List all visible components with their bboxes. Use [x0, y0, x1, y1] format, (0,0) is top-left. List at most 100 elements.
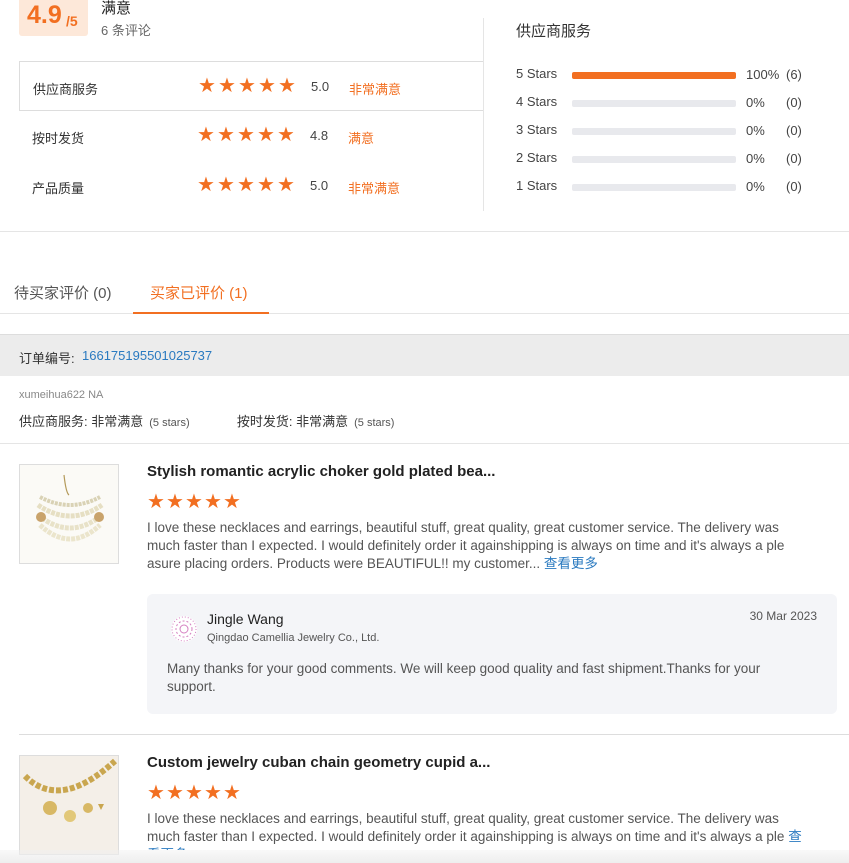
- distribution-row: 5 Stars 100% (6): [516, 66, 816, 86]
- service-value: 非常满意: [91, 414, 144, 429]
- distribution-bar: [572, 100, 736, 107]
- shipping-value: 非常满意: [296, 414, 349, 429]
- buyer-name: xumeihua622 NA: [19, 389, 104, 401]
- distribution-bar: [572, 156, 736, 163]
- supplier-service-title: 供应商服务: [516, 23, 592, 40]
- distribution-row: 3 Stars 0% (0): [516, 122, 816, 142]
- metric-stars: ★ ★ ★ ★ ★: [197, 124, 297, 144]
- distribution-label: 1 Stars: [516, 178, 558, 193]
- replier-company: Qingdao Camellia Jewelry Co., Ltd.: [207, 632, 380, 644]
- star-icon: ★: [197, 172, 215, 196]
- section-divider: [0, 231, 849, 232]
- metric-name: 供应商服务: [33, 82, 99, 97]
- service-stars: (5 stars): [149, 417, 190, 429]
- review-body: I love these necklaces and earrings, bea…: [147, 520, 785, 571]
- distribution-row: 4 Stars 0% (0): [516, 94, 816, 114]
- review-tabs: 待买家评价 (0) 买家已评价 (1): [0, 268, 849, 314]
- star-icon: ★: [147, 780, 165, 804]
- overall-label: 满意: [101, 0, 132, 17]
- distribution-bar-fill: [572, 72, 736, 79]
- star-icon: ★: [204, 780, 222, 804]
- overall-score: 4.9: [27, 1, 62, 29]
- distribution-bar: [572, 72, 736, 79]
- star-icon: ★: [198, 73, 216, 97]
- pearl-necklace-image: [20, 465, 118, 563]
- order-number-link[interactable]: 166175195501025737: [82, 348, 212, 363]
- metric-stars: ★ ★ ★ ★ ★: [198, 75, 298, 95]
- seller-logo-icon: [171, 616, 197, 642]
- shipping-label: 按时发货:: [236, 414, 293, 429]
- star-icon: ★: [223, 780, 241, 804]
- active-tab-indicator: [133, 312, 269, 314]
- metric-score: 4.8: [310, 128, 329, 143]
- metric-desc: 满意: [348, 131, 375, 146]
- star-icon: ★: [147, 489, 165, 513]
- distribution-label: 5 Stars: [516, 66, 558, 81]
- replier-name: Jingle Wang: [207, 611, 284, 627]
- distribution-label: 2 Stars: [516, 150, 558, 165]
- distribution-bar: [572, 128, 736, 135]
- distribution-count: (0): [786, 123, 802, 138]
- star-icon: ★: [223, 489, 241, 513]
- order-label: 订单编号:: [19, 351, 75, 366]
- metric-row-on-time-shipping: 按时发货 ★ ★ ★ ★ ★ 4.8 满意: [19, 111, 484, 161]
- star-icon: ★: [258, 73, 276, 97]
- product-title[interactable]: Custom jewelry cuban chain geometry cupi…: [147, 754, 490, 771]
- review-body: I love these necklaces and earrings, bea…: [147, 811, 785, 844]
- divider: [0, 443, 849, 444]
- overall-score-badge: 4.9 /5: [19, 0, 88, 36]
- metric-row-supplier-service: 供应商服务 ★ ★ ★ ★ ★ 5.0 非常满意: [19, 61, 484, 111]
- distribution-count: (6): [786, 67, 802, 82]
- metric-score: 5.0: [310, 178, 329, 193]
- star-icon: ★: [237, 122, 255, 146]
- distribution-row: 1 Stars 0% (0): [516, 178, 816, 198]
- distribution-percent: 100%: [746, 67, 780, 82]
- service-label: 供应商服务:: [19, 414, 88, 429]
- tab-pending-reviews[interactable]: 待买家评价 (0): [14, 282, 112, 303]
- distribution-percent: 0%: [746, 95, 765, 110]
- seller-reply: Jingle Wang Qingdao Camellia Jewelry Co.…: [147, 594, 837, 714]
- metric-desc: 非常满意: [348, 181, 401, 196]
- star-icon: ★: [217, 172, 235, 196]
- distribution-count: (0): [786, 151, 802, 166]
- distribution-count: (0): [786, 95, 802, 110]
- overall-score-suffix: /5: [66, 13, 78, 29]
- review-text: I love these necklaces and earrings, bea…: [147, 810, 807, 850]
- distribution-label: 3 Stars: [516, 122, 558, 137]
- distribution-percent: 0%: [746, 179, 765, 194]
- star-icon: ★: [257, 172, 275, 196]
- review-count: 6 条评论: [101, 23, 151, 38]
- distribution-row: 2 Stars 0% (0): [516, 150, 816, 170]
- star-icon: ★: [185, 489, 203, 513]
- metric-stars: ★ ★ ★ ★ ★: [197, 174, 297, 194]
- metric-desc: 非常满意: [349, 82, 402, 97]
- star-icon: ★: [218, 73, 236, 97]
- cuban-chain-image: [20, 756, 118, 854]
- distribution-label: 4 Stars: [516, 94, 558, 109]
- star-icon: ★: [204, 489, 222, 513]
- tab-completed-reviews[interactable]: 买家已评价 (1): [150, 282, 248, 303]
- star-icon: ★: [217, 122, 235, 146]
- review-stars: ★ ★ ★ ★ ★: [147, 780, 242, 804]
- product-image[interactable]: [19, 755, 119, 855]
- distribution-count: (0): [786, 179, 802, 194]
- vertical-divider: [483, 18, 484, 211]
- metric-row-product-quality: 产品质量 ★ ★ ★ ★ ★ 5.0 非常满意: [19, 161, 484, 211]
- bottom-fade: [0, 850, 849, 863]
- metric-name: 产品质量: [32, 181, 85, 196]
- star-icon: ★: [277, 172, 295, 196]
- star-icon: ★: [277, 124, 297, 144]
- product-title[interactable]: Stylish romantic acrylic choker gold pla…: [147, 463, 495, 480]
- buyer-ratings: 供应商服务: 非常满意 (5 stars) 按时发货: 非常满意 (5 stars): [19, 411, 394, 430]
- reply-date: 30 Mar 2023: [749, 609, 817, 623]
- metric-name: 按时发货: [32, 131, 85, 146]
- star-icon: ★: [185, 780, 203, 804]
- reply-text: Many thanks for your good comments. We w…: [167, 661, 761, 694]
- rating-metrics: 供应商服务 ★ ★ ★ ★ ★ 5.0 非常满意 按时发货 ★ ★ ★ ★ ★ 4.8 满意 产…: [19, 61, 484, 211]
- product-image[interactable]: [19, 464, 119, 564]
- star-icon: ★: [166, 780, 184, 804]
- star-icon: ★: [166, 489, 184, 513]
- review-stars: ★ ★ ★ ★ ★: [147, 489, 242, 513]
- read-more-link[interactable]: 查看更多: [544, 556, 598, 571]
- order-bar: 订单编号: 166175195501025737: [0, 334, 849, 376]
